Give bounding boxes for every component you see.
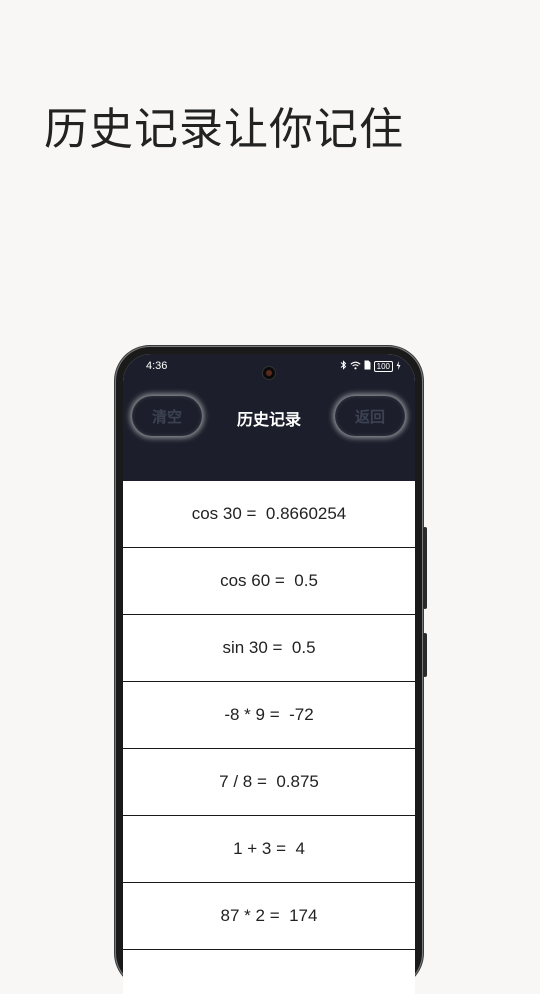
history-item[interactable]: -8 * 9 = -72 <box>123 682 415 749</box>
history-item-text: 87 * 2 = 174 <box>220 906 318 925</box>
battery-indicator: 100 <box>373 361 393 372</box>
power-button <box>423 633 427 677</box>
history-item[interactable]: 7 / 8 = 0.875 <box>123 749 415 816</box>
bluetooth-icon <box>340 360 347 373</box>
history-item[interactable]: 87 * 2 = 174 <box>123 883 415 950</box>
history-item-text: 1 + 3 = 4 <box>233 839 305 858</box>
history-item-text: cos 60 = 0.5 <box>220 571 318 590</box>
history-item[interactable]: 1 + 3 = 4 <box>123 816 415 883</box>
sim-icon <box>364 360 371 373</box>
back-button[interactable]: 返回 <box>335 396 405 436</box>
front-camera <box>263 367 275 379</box>
history-item[interactable]: sin 30 = 0.5 <box>123 615 415 682</box>
history-item-text: sin 30 = 0.5 <box>222 638 316 657</box>
history-item-text: cos 30 = 0.8660254 <box>191 504 347 523</box>
volume-button <box>423 527 427 609</box>
phone-frame: 4:36 100 清空 历史记录 返回 cos 30 = 0.8660254 c… <box>116 347 427 994</box>
status-icons: 100 <box>340 360 401 373</box>
status-time: 4:36 <box>146 360 168 372</box>
history-item-text: -8 * 9 = -72 <box>224 705 314 724</box>
history-item[interactable] <box>123 950 415 994</box>
promo-headline: 历史记录让你记住 <box>44 104 404 155</box>
history-item[interactable]: cos 60 = 0.5 <box>123 548 415 615</box>
wifi-icon <box>350 361 361 373</box>
app-header: 4:36 100 清空 历史记录 返回 <box>123 354 415 481</box>
history-list: cos 30 = 0.8660254 cos 60 = 0.5 sin 30 =… <box>123 481 415 994</box>
phone-screen: 4:36 100 清空 历史记录 返回 cos 30 = 0.8660254 c… <box>123 354 415 994</box>
history-item[interactable]: cos 30 = 0.8660254 <box>123 481 415 548</box>
history-item-text: 7 / 8 = 0.875 <box>219 772 319 791</box>
charging-icon <box>396 360 401 373</box>
